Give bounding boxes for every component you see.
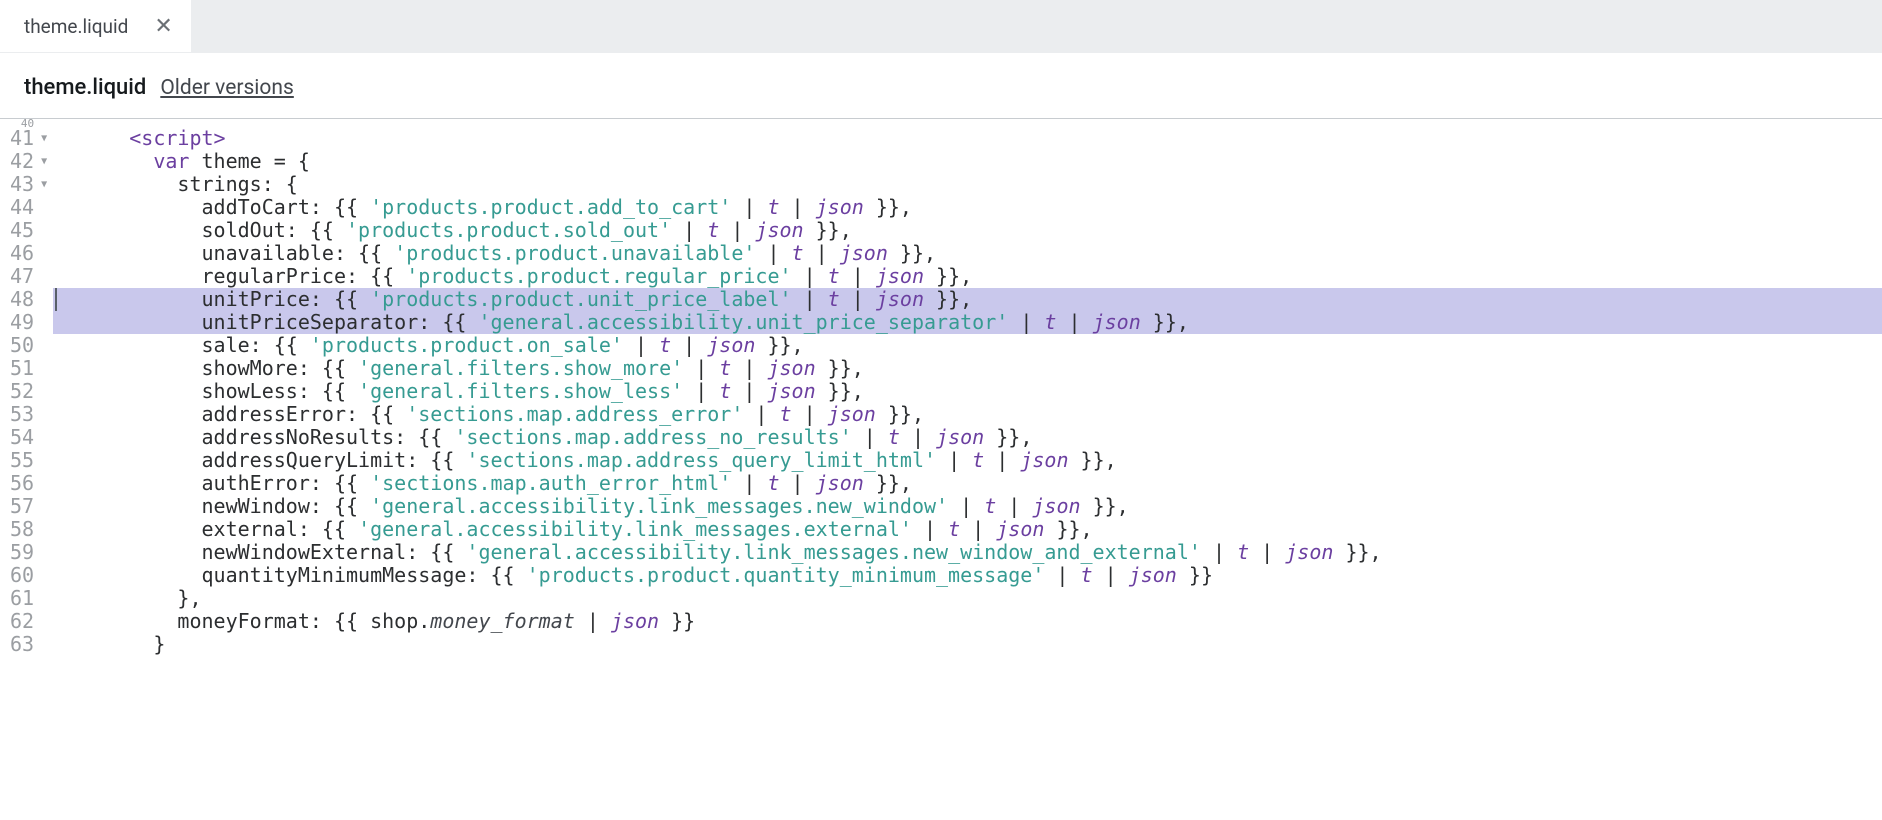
- code-line[interactable]: moneyFormat: {{ shop.money_format | json…: [53, 610, 1882, 633]
- code-line[interactable]: authError: {{ 'sections.map.auth_error_h…: [53, 472, 1882, 495]
- code-line[interactable]: showMore: {{ 'general.filters.show_more'…: [53, 357, 1882, 380]
- gutter-line: 47: [10, 265, 47, 288]
- gutter-line: 41▼: [10, 127, 47, 150]
- gutter-line: 62: [10, 610, 47, 633]
- cursor: [55, 288, 57, 311]
- gutter-line: 53: [10, 403, 47, 426]
- code-line[interactable]: sale: {{ 'products.product.on_sale' | t …: [53, 334, 1882, 357]
- code-line[interactable]: }: [53, 633, 1882, 656]
- tab-label: theme.liquid: [24, 15, 128, 38]
- code-line[interactable]: var theme = {: [53, 150, 1882, 173]
- code-area[interactable]: <script> var theme = { strings: { addToC…: [53, 119, 1882, 656]
- code-line[interactable]: showLess: {{ 'general.filters.show_less'…: [53, 380, 1882, 403]
- code-line[interactable]: soldOut: {{ 'products.product.sold_out' …: [53, 219, 1882, 242]
- code-line[interactable]: },: [53, 587, 1882, 610]
- gutter-line: 43▼: [10, 173, 47, 196]
- gutter-line: 61: [10, 587, 47, 610]
- gutter-line: 59: [10, 541, 47, 564]
- older-versions-link[interactable]: Older versions: [160, 76, 294, 100]
- gutter-line: 51: [10, 357, 47, 380]
- gutter-line: 60: [10, 564, 47, 587]
- code-line[interactable]: unitPrice: {{ 'products.product.unit_pri…: [53, 288, 1882, 311]
- code-line[interactable]: addressQueryLimit: {{ 'sections.map.addr…: [53, 449, 1882, 472]
- gutter-line: 63: [10, 633, 47, 656]
- fold-toggle-icon[interactable]: ▼: [37, 127, 47, 150]
- path-bar: theme.liquid Older versions: [0, 53, 1882, 118]
- code-line[interactable]: strings: {: [53, 173, 1882, 196]
- gutter-line: 45: [10, 219, 47, 242]
- gutter-line: 50: [10, 334, 47, 357]
- code-line[interactable]: unavailable: {{ 'products.product.unavai…: [53, 242, 1882, 265]
- code-line[interactable]: external: {{ 'general.accessibility.link…: [53, 518, 1882, 541]
- gutter-line: 42▼: [10, 150, 47, 173]
- fold-toggle-icon[interactable]: ▼: [37, 150, 47, 173]
- gutter-line: 57: [10, 495, 47, 518]
- code-line[interactable]: addressNoResults: {{ 'sections.map.addre…: [53, 426, 1882, 449]
- fold-toggle-icon[interactable]: ▼: [37, 173, 47, 196]
- gutter-line: 46: [10, 242, 47, 265]
- gutter-line: 49: [10, 311, 47, 334]
- gutter-line: 44: [10, 196, 47, 219]
- code-line[interactable]: regularPrice: {{ 'products.product.regul…: [53, 265, 1882, 288]
- gutter-line: 52: [10, 380, 47, 403]
- gutter-line: 48: [10, 288, 47, 311]
- code-line[interactable]: <script>: [53, 127, 1882, 150]
- code-line[interactable]: addToCart: {{ 'products.product.add_to_c…: [53, 196, 1882, 219]
- tab-theme-liquid[interactable]: theme.liquid ✕: [0, 0, 191, 52]
- filename-label: theme.liquid: [24, 75, 146, 100]
- close-icon[interactable]: ✕: [154, 14, 172, 39]
- code-line[interactable]: quantityMinimumMessage: {{ 'products.pro…: [53, 564, 1882, 587]
- code-line[interactable]: addressError: {{ 'sections.map.address_e…: [53, 403, 1882, 426]
- gutter-line: 55: [10, 449, 47, 472]
- gutter: 40 41▼42▼43▼4445464748495051525354555657…: [0, 119, 53, 656]
- code-editor[interactable]: 40 41▼42▼43▼4445464748495051525354555657…: [0, 118, 1882, 656]
- code-line[interactable]: unitPriceSeparator: {{ 'general.accessib…: [53, 311, 1882, 334]
- code-line-partial: [53, 119, 1882, 127]
- code-line[interactable]: newWindowExternal: {{ 'general.accessibi…: [53, 541, 1882, 564]
- gutter-line: 54: [10, 426, 47, 449]
- tab-bar: theme.liquid ✕: [0, 0, 1882, 53]
- gutter-line: 56: [10, 472, 47, 495]
- gutter-line: 58: [10, 518, 47, 541]
- code-line[interactable]: newWindow: {{ 'general.accessibility.lin…: [53, 495, 1882, 518]
